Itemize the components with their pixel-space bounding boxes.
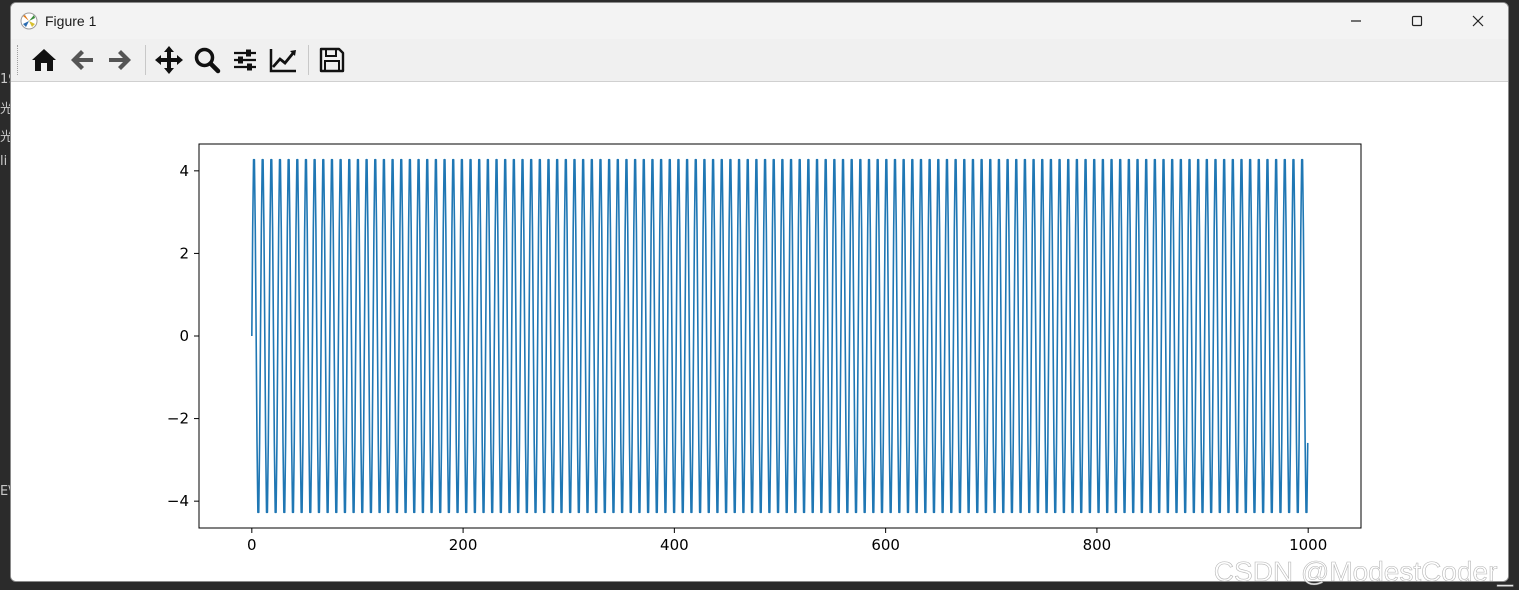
back-button[interactable] (64, 42, 100, 78)
title-bar[interactable]: Figure 1 (11, 3, 1508, 39)
toolbar-separator (308, 45, 309, 75)
subplots-button[interactable] (227, 42, 263, 78)
minimize-button[interactable] (1325, 3, 1386, 39)
maximize-button[interactable] (1386, 3, 1447, 39)
background-text: li (0, 154, 8, 169)
toolbar-separator (145, 45, 146, 75)
x-tick-label: 800 (1083, 536, 1112, 554)
save-button[interactable] (314, 42, 350, 78)
forward-button[interactable] (102, 42, 138, 78)
move-icon (155, 46, 183, 74)
arrow-left-icon (71, 50, 93, 70)
y-tick-label: 0 (179, 327, 189, 345)
series-line (251, 158, 1309, 514)
y-tick-label: 2 (179, 244, 189, 262)
background-window-fragments: 19 光 光 li E\ (0, 0, 17, 590)
navigation-toolbar (11, 39, 1508, 82)
y-tick-label: −4 (167, 492, 189, 510)
x-tick-label: 0 (247, 536, 257, 554)
window-title: Figure 1 (45, 13, 97, 29)
close-icon (1472, 15, 1483, 27)
x-tick-label: 1000 (1289, 536, 1327, 554)
y-tick-label: 4 (179, 162, 189, 180)
home-icon (32, 49, 56, 71)
toolbar-grip[interactable] (17, 45, 22, 75)
watermark-text: CSDN @ModestCoder_ (1213, 556, 1513, 588)
figure-canvas[interactable]: 0 200 400 600 800 1000 −4 −2 0 2 4 (11, 82, 1508, 582)
zoom-button[interactable] (189, 42, 225, 78)
y-tick-label: −2 (167, 410, 189, 428)
line-chart-icon (269, 49, 296, 73)
figure-window: Figure 1 0 200 400 600 800 1000 −4 −2 0 … (10, 2, 1509, 582)
magnifier-icon (194, 47, 221, 74)
home-button[interactable] (26, 42, 62, 78)
floppy-disk-icon (319, 47, 345, 73)
pan-button[interactable] (151, 42, 187, 78)
x-tick-label: 200 (449, 536, 478, 554)
maximize-icon (1411, 15, 1422, 27)
window-controls (1325, 3, 1508, 39)
edit-axes-button[interactable] (265, 42, 301, 78)
matplotlib-app-icon (20, 12, 38, 30)
minimize-icon (1350, 20, 1361, 22)
x-tick-label: 400 (660, 536, 689, 554)
line-chart[interactable]: 0 200 400 600 800 1000 −4 −2 0 2 4 (11, 82, 1508, 582)
x-tick-label: 600 (871, 536, 900, 554)
sliders-icon (234, 49, 256, 71)
close-button[interactable] (1447, 3, 1508, 39)
arrow-right-icon (109, 50, 131, 70)
